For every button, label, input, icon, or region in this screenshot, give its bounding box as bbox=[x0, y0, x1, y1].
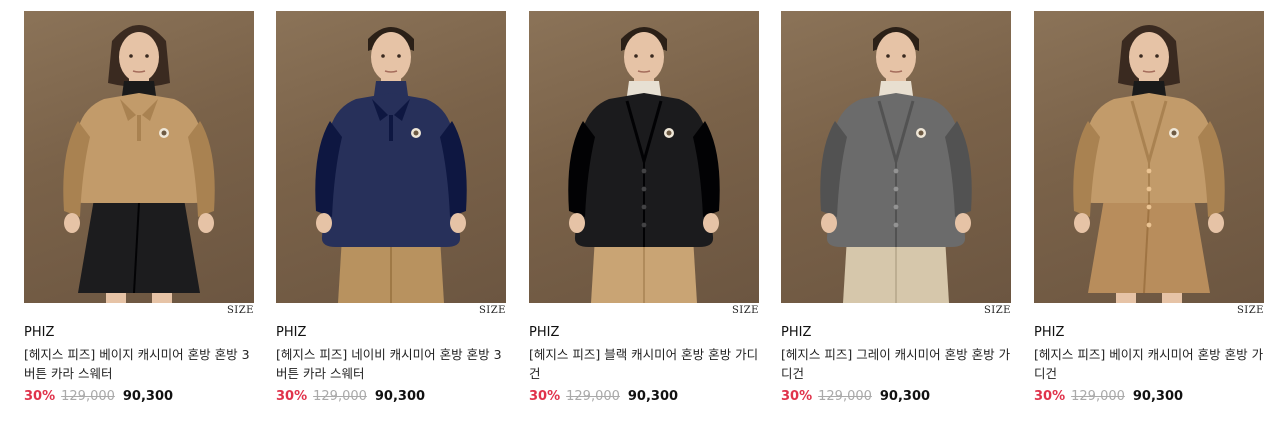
sale-price: 90,300 bbox=[627, 389, 679, 404]
size-button[interactable]: SIZE bbox=[479, 305, 506, 316]
original-price: 129,000 bbox=[566, 389, 620, 404]
product-brand: PHIZ bbox=[781, 325, 812, 340]
product-brand: PHIZ bbox=[529, 325, 560, 340]
original-price: 129,000 bbox=[61, 389, 115, 404]
product-grid: SIZE PHIZ [헤지스 피즈] 베이지 캐시미어 혼방 혼방 3버튼 카라… bbox=[0, 0, 1285, 437]
product-brand: PHIZ bbox=[24, 325, 55, 340]
price-row: 30% 129,000 90,300 bbox=[1034, 388, 1264, 406]
product-image[interactable] bbox=[24, 11, 254, 303]
product-image[interactable] bbox=[529, 11, 759, 303]
original-price: 129,000 bbox=[1071, 389, 1125, 404]
product-image[interactable] bbox=[276, 11, 506, 303]
product-title[interactable]: [헤지스 피즈] 네이비 캐시미어 혼방 혼방 3버튼 카라 스웨터 bbox=[276, 345, 506, 383]
price-row: 30% 129,000 90,300 bbox=[24, 388, 254, 406]
product-card[interactable]: SIZE PHIZ [헤지스 피즈] 네이비 캐시미어 혼방 혼방 3버튼 카라… bbox=[276, 11, 506, 406]
sale-price: 90,300 bbox=[122, 389, 174, 404]
sale-price: 90,300 bbox=[879, 389, 931, 404]
size-button[interactable]: SIZE bbox=[732, 305, 759, 316]
original-price: 129,000 bbox=[818, 389, 872, 404]
price-row: 30% 129,000 90,300 bbox=[276, 388, 506, 406]
product-card[interactable]: SIZE PHIZ [헤지스 피즈] 베이지 캐시미어 혼방 혼방 3버튼 카라… bbox=[24, 11, 254, 406]
product-image[interactable] bbox=[781, 11, 1011, 303]
product-image[interactable] bbox=[1034, 11, 1264, 303]
product-card[interactable]: SIZE PHIZ [헤지스 피즈] 그레이 캐시미어 혼방 혼방 가디건 30… bbox=[781, 11, 1011, 406]
discount-rate: 30% bbox=[781, 389, 813, 404]
product-brand: PHIZ bbox=[276, 325, 307, 340]
sale-price: 90,300 bbox=[374, 389, 426, 404]
size-button[interactable]: SIZE bbox=[984, 305, 1011, 316]
product-title[interactable]: [헤지스 피즈] 블랙 캐시미어 혼방 혼방 가디건 bbox=[529, 345, 759, 383]
size-button[interactable]: SIZE bbox=[227, 305, 254, 316]
product-title[interactable]: [헤지스 피즈] 베이지 캐시미어 혼방 혼방 가디건 bbox=[1034, 345, 1264, 383]
size-button[interactable]: SIZE bbox=[1237, 305, 1264, 316]
product-title[interactable]: [헤지스 피즈] 베이지 캐시미어 혼방 혼방 3버튼 카라 스웨터 bbox=[24, 345, 254, 383]
product-card[interactable]: SIZE PHIZ [헤지스 피즈] 블랙 캐시미어 혼방 혼방 가디건 30%… bbox=[529, 11, 759, 406]
price-row: 30% 129,000 90,300 bbox=[529, 388, 759, 406]
original-price: 129,000 bbox=[313, 389, 367, 404]
sale-price: 90,300 bbox=[1132, 389, 1184, 404]
discount-rate: 30% bbox=[529, 389, 561, 404]
discount-rate: 30% bbox=[24, 389, 56, 404]
price-row: 30% 129,000 90,300 bbox=[781, 388, 1011, 406]
discount-rate: 30% bbox=[1034, 389, 1066, 404]
product-card[interactable]: SIZE PHIZ [헤지스 피즈] 베이지 캐시미어 혼방 혼방 가디건 30… bbox=[1034, 11, 1264, 406]
discount-rate: 30% bbox=[276, 389, 308, 404]
product-brand: PHIZ bbox=[1034, 325, 1065, 340]
product-title[interactable]: [헤지스 피즈] 그레이 캐시미어 혼방 혼방 가디건 bbox=[781, 345, 1011, 383]
